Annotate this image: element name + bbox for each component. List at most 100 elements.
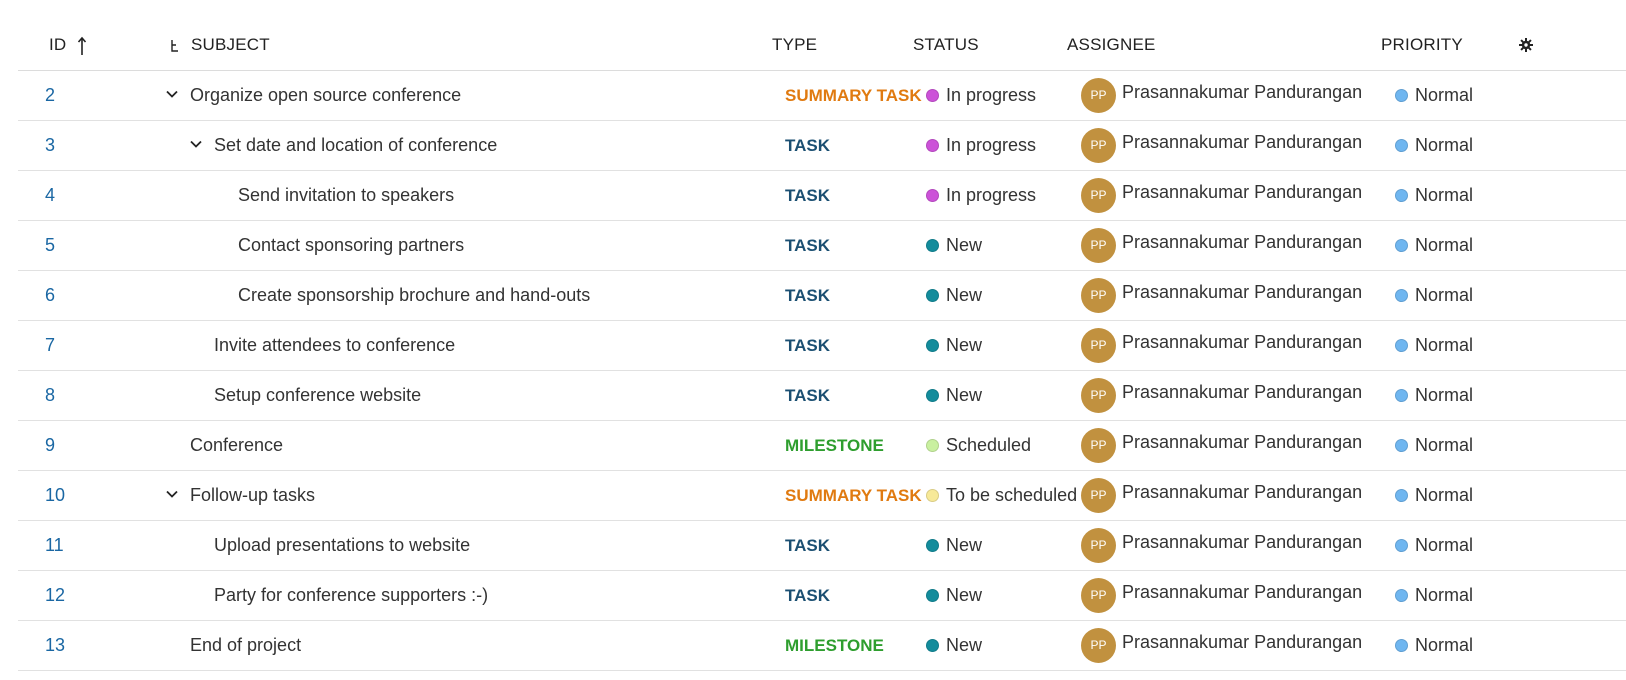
- row-status[interactable]: New: [926, 521, 982, 570]
- row-type[interactable]: MILESTONE: [785, 621, 884, 670]
- row-assignee[interactable]: PP Prasannakumar Pandurangan: [1081, 521, 1362, 570]
- row-assignee-name[interactable]: Prasannakumar Pandurangan: [1122, 318, 1362, 367]
- row-assignee[interactable]: PP Prasannakumar Pandurangan: [1081, 621, 1362, 670]
- row-type[interactable]: TASK: [785, 521, 830, 570]
- row-type[interactable]: TASK: [785, 171, 830, 220]
- row-assignee-name[interactable]: Prasannakumar Pandurangan: [1122, 268, 1362, 317]
- row-id-link[interactable]: 13: [45, 621, 65, 670]
- arrow-up-icon[interactable]: [77, 36, 87, 56]
- table-row[interactable]: 11 Upload presentations to website TASK …: [18, 521, 1626, 571]
- row-type[interactable]: TASK: [785, 221, 830, 270]
- row-assignee-name[interactable]: Prasannakumar Pandurangan: [1122, 518, 1362, 567]
- row-assignee-name[interactable]: Prasannakumar Pandurangan: [1122, 568, 1362, 617]
- row-assignee-name[interactable]: Prasannakumar Pandurangan: [1122, 218, 1362, 267]
- row-subject[interactable]: Send invitation to speakers: [238, 171, 454, 220]
- row-priority[interactable]: Normal: [1395, 621, 1473, 670]
- row-assignee[interactable]: PP Prasannakumar Pandurangan: [1081, 271, 1362, 320]
- chevron-down-icon[interactable]: [165, 87, 179, 101]
- row-id-link[interactable]: 6: [45, 271, 55, 320]
- row-priority[interactable]: Normal: [1395, 71, 1473, 120]
- row-subject[interactable]: Party for conference supporters :-): [214, 571, 488, 620]
- gear-icon[interactable]: [1518, 37, 1534, 53]
- row-type[interactable]: TASK: [785, 571, 830, 620]
- row-type[interactable]: TASK: [785, 121, 830, 170]
- row-type[interactable]: TASK: [785, 271, 830, 320]
- row-priority[interactable]: Normal: [1395, 521, 1473, 570]
- row-subject[interactable]: Create sponsorship brochure and hand-out…: [238, 271, 590, 320]
- row-assignee[interactable]: PP Prasannakumar Pandurangan: [1081, 371, 1362, 420]
- row-subject[interactable]: Setup conference website: [214, 371, 421, 420]
- row-status[interactable]: New: [926, 221, 982, 270]
- row-status[interactable]: New: [926, 271, 982, 320]
- table-row[interactable]: 2 Organize open source conference SUMMAR…: [18, 71, 1626, 121]
- row-id-link[interactable]: 8: [45, 371, 55, 420]
- row-type[interactable]: SUMMARY TASK: [785, 71, 922, 120]
- row-priority[interactable]: Normal: [1395, 421, 1473, 470]
- row-subject[interactable]: End of project: [190, 621, 301, 670]
- row-subject[interactable]: Set date and location of conference: [214, 121, 497, 170]
- row-id-link[interactable]: 9: [45, 421, 55, 470]
- table-row[interactable]: 6 Create sponsorship brochure and hand-o…: [18, 271, 1626, 321]
- row-priority[interactable]: Normal: [1395, 221, 1473, 270]
- row-status[interactable]: In progress: [926, 71, 1036, 120]
- table-row[interactable]: 10 Follow-up tasks SUMMARY TASK To be sc…: [18, 471, 1626, 521]
- row-assignee[interactable]: PP Prasannakumar Pandurangan: [1081, 321, 1362, 370]
- table-row[interactable]: 5 Contact sponsoring partners TASK New P…: [18, 221, 1626, 271]
- row-id-link[interactable]: 5: [45, 221, 55, 270]
- row-priority[interactable]: Normal: [1395, 371, 1473, 420]
- row-priority[interactable]: Normal: [1395, 471, 1473, 520]
- row-assignee-name[interactable]: Prasannakumar Pandurangan: [1122, 418, 1362, 467]
- row-priority[interactable]: Normal: [1395, 121, 1473, 170]
- row-subject[interactable]: Invite attendees to conference: [214, 321, 455, 370]
- header-status[interactable]: STATUS: [913, 20, 979, 70]
- row-priority[interactable]: Normal: [1395, 571, 1473, 620]
- table-row[interactable]: 3 Set date and location of conference TA…: [18, 121, 1626, 171]
- row-assignee[interactable]: PP Prasannakumar Pandurangan: [1081, 121, 1362, 170]
- chevron-down-icon[interactable]: [165, 487, 179, 501]
- row-id-link[interactable]: 12: [45, 571, 65, 620]
- row-assignee-name[interactable]: Prasannakumar Pandurangan: [1122, 368, 1362, 417]
- table-row[interactable]: 8 Setup conference website TASK New PP P…: [18, 371, 1626, 421]
- row-assignee-name[interactable]: Prasannakumar Pandurangan: [1122, 468, 1362, 517]
- row-type[interactable]: TASK: [785, 321, 830, 370]
- row-status[interactable]: In progress: [926, 171, 1036, 220]
- row-assignee[interactable]: PP Prasannakumar Pandurangan: [1081, 221, 1362, 270]
- row-assignee[interactable]: PP Prasannakumar Pandurangan: [1081, 471, 1362, 520]
- row-status[interactable]: To be scheduled: [926, 471, 1077, 520]
- header-priority[interactable]: PRIORITY: [1381, 20, 1463, 70]
- table-row[interactable]: 13 End of project MILESTONE New PP Prasa…: [18, 621, 1626, 671]
- row-priority[interactable]: Normal: [1395, 321, 1473, 370]
- row-assignee-name[interactable]: Prasannakumar Pandurangan: [1122, 118, 1362, 167]
- row-subject[interactable]: Follow-up tasks: [190, 471, 315, 520]
- row-id-link[interactable]: 2: [45, 71, 55, 120]
- row-priority[interactable]: Normal: [1395, 271, 1473, 320]
- row-status[interactable]: New: [926, 321, 982, 370]
- row-status[interactable]: Scheduled: [926, 421, 1031, 470]
- table-row[interactable]: 9 Conference MILESTONE Scheduled PP Pras…: [18, 421, 1626, 471]
- row-status[interactable]: New: [926, 571, 982, 620]
- table-row[interactable]: 7 Invite attendees to conference TASK Ne…: [18, 321, 1626, 371]
- row-id-link[interactable]: 4: [45, 171, 55, 220]
- row-status[interactable]: New: [926, 621, 982, 670]
- table-row[interactable]: 12 Party for conference supporters :-) T…: [18, 571, 1626, 621]
- row-assignee-name[interactable]: Prasannakumar Pandurangan: [1122, 168, 1362, 217]
- row-type[interactable]: SUMMARY TASK: [785, 471, 922, 520]
- row-status[interactable]: New: [926, 371, 982, 420]
- row-id-link[interactable]: 11: [45, 521, 64, 570]
- row-status[interactable]: In progress: [926, 121, 1036, 170]
- header-type[interactable]: TYPE: [772, 20, 817, 70]
- row-assignee[interactable]: PP Prasannakumar Pandurangan: [1081, 71, 1362, 120]
- chevron-down-icon[interactable]: [189, 137, 203, 151]
- row-assignee[interactable]: PP Prasannakumar Pandurangan: [1081, 171, 1362, 220]
- row-assignee-name[interactable]: Prasannakumar Pandurangan: [1122, 618, 1362, 667]
- row-assignee[interactable]: PP Prasannakumar Pandurangan: [1081, 421, 1362, 470]
- row-id-link[interactable]: 10: [45, 471, 65, 520]
- row-id-link[interactable]: 7: [45, 321, 55, 370]
- table-row[interactable]: 4 Send invitation to speakers TASK In pr…: [18, 171, 1626, 221]
- row-type[interactable]: MILESTONE: [785, 421, 884, 470]
- row-subject[interactable]: Contact sponsoring partners: [238, 221, 464, 270]
- row-assignee-name[interactable]: Prasannakumar Pandurangan: [1122, 68, 1362, 117]
- row-type[interactable]: TASK: [785, 371, 830, 420]
- header-subject[interactable]: SUBJECT: [170, 20, 270, 70]
- row-assignee[interactable]: PP Prasannakumar Pandurangan: [1081, 571, 1362, 620]
